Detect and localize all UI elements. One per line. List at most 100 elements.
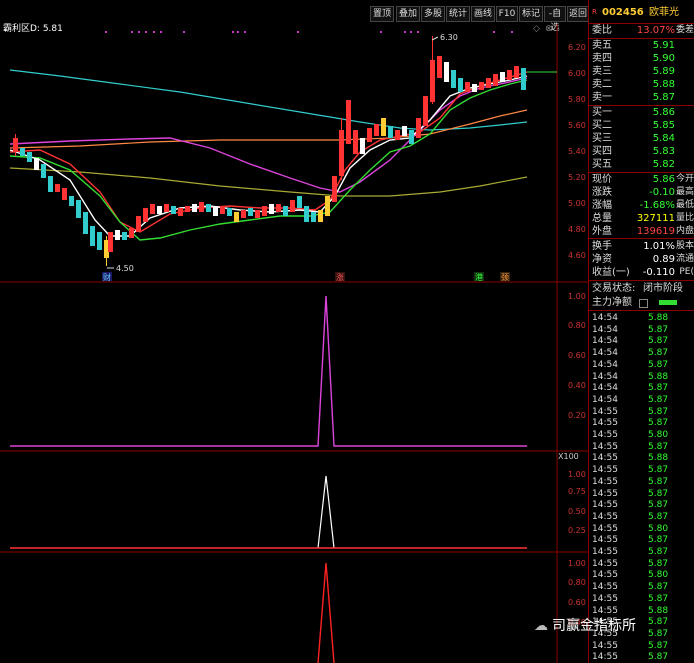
- tick-time: 14:55: [592, 523, 618, 534]
- weibi-row: 委比 13.07% 委差: [592, 25, 694, 36]
- svg-text:◇: ◇: [533, 24, 540, 34]
- bid-price: 5.84: [652, 133, 675, 144]
- event-marker-finance-label: 财: [103, 272, 111, 282]
- tick-time: 14:55: [592, 652, 618, 663]
- stat-row: 涨跌 -0.10 最高: [589, 186, 694, 199]
- svg-text:0.20: 0.20: [568, 411, 586, 420]
- main-net-row[interactable]: 主力净额: [589, 296, 694, 309]
- stat-row: 总量 327111 量比: [589, 212, 694, 225]
- tick-row: 14:54 5.87: [592, 394, 692, 406]
- y-tick: 5.20: [568, 173, 586, 182]
- tick-price: 5.87: [648, 324, 669, 335]
- sub2-header: X100: [558, 452, 579, 461]
- tick-time: 14:55: [592, 570, 618, 581]
- ask-row: 卖五 5.91: [589, 39, 694, 52]
- stat-value: 5.86: [652, 174, 675, 185]
- watermark: ☁ 司赢金指标所: [534, 618, 636, 634]
- tick-row: 14:54 5.87: [592, 335, 692, 347]
- stat-value: 139619: [636, 226, 675, 237]
- tick-price: 5.87: [648, 582, 669, 593]
- tick-time: 14:54: [592, 336, 618, 347]
- extra-value: -0.110: [642, 267, 675, 278]
- ask-price: 5.89: [652, 66, 675, 77]
- svg-text:0.80: 0.80: [568, 321, 586, 330]
- sub3-signal-line: [317, 562, 335, 663]
- tick-time: 14:55: [592, 476, 618, 487]
- bid-label: 买二: [592, 120, 612, 131]
- tick-row: 14:55 5.87: [592, 417, 692, 429]
- bid-label: 买五: [592, 159, 612, 170]
- tick-price: 5.87: [648, 465, 669, 476]
- extra-ext-label: PE(: [679, 267, 694, 277]
- stock-code: 002456: [602, 7, 644, 18]
- chart-corner-icons[interactable]: ◇ ⊗: [533, 24, 553, 34]
- tick-row: 14:54 5.88: [592, 312, 692, 324]
- tick-price: 5.80: [648, 523, 669, 534]
- tick-price: 5.87: [648, 558, 669, 569]
- bid-row: 买二 5.85: [589, 119, 694, 132]
- stock-name: 欧菲光: [649, 7, 679, 18]
- candlesticks: [13, 36, 526, 266]
- tick-row: 14:55 5.87: [592, 558, 692, 570]
- ask-label: 卖二: [592, 79, 612, 90]
- tick-row: 14:54 5.87: [592, 359, 692, 371]
- stat-ext-label: 量比: [675, 213, 694, 223]
- trade-status: 交易状态: 闭市阶段: [592, 283, 683, 294]
- svg-text:0.25: 0.25: [568, 526, 586, 535]
- tick-time: 14:55: [592, 441, 618, 452]
- bid-price: 5.86: [652, 107, 675, 118]
- tick-time: 14:55: [592, 511, 618, 522]
- tick-price: 5.87: [648, 535, 669, 546]
- y-tick: 5.00: [568, 199, 586, 208]
- stat-ext-label: 最低: [675, 200, 694, 210]
- tick-row: 14:55 5.80: [592, 429, 692, 441]
- tick-time: 14:54: [592, 383, 618, 394]
- sub1-y-axis: 1.00 0.80 0.60 0.40 0.20: [568, 292, 586, 420]
- tick-price: 5.80: [648, 570, 669, 581]
- svg-text:1.00: 1.00: [568, 292, 586, 301]
- chart-area: ◇ ⊗ 6.20 6.00 5.80 5.60 5.40 5.20 5.00 4…: [0, 24, 588, 663]
- tick-time: 14:54: [592, 324, 618, 335]
- stat-value: -1.68%: [639, 200, 675, 211]
- tick-price: 5.87: [648, 511, 669, 522]
- ma-line-magenta: [9, 77, 528, 193]
- stat-ext-label: 今开: [675, 174, 694, 184]
- tick-time: 14:55: [592, 593, 618, 604]
- tick-row: 14:54 5.87: [592, 382, 692, 394]
- tick-price: 5.88: [648, 371, 669, 382]
- tick-price: 5.87: [648, 359, 669, 370]
- ask-row: 卖一 5.87: [589, 91, 694, 104]
- ma-line-cyan: [9, 69, 528, 131]
- tick-price: 5.87: [648, 476, 669, 487]
- tick-price: 5.87: [648, 406, 669, 417]
- sub2-signal-line: [317, 475, 335, 549]
- tick-price: 5.87: [648, 547, 669, 557]
- tick-row: 14:55 5.87: [592, 546, 692, 558]
- bid-label: 买三: [592, 133, 612, 144]
- y-tick: 5.60: [568, 121, 586, 130]
- ask-row: 卖二 5.88: [589, 78, 694, 91]
- tick-row: 14:55 5.87: [592, 464, 692, 476]
- stat-label: 涨幅: [592, 200, 612, 211]
- quote-panel: R 002456 欧菲光 委比 13.07% 委差 卖五 5.91 卖四 5.90 卖三…: [588, 0, 694, 663]
- ask-price: 5.91: [652, 40, 675, 51]
- bid-row: 买一 5.86: [589, 106, 694, 119]
- tick-time: 14:55: [592, 640, 618, 651]
- main-net-toggle-icon[interactable]: [639, 299, 648, 308]
- svg-text:1.00: 1.00: [568, 470, 586, 479]
- tick-price: 5.87: [648, 394, 669, 405]
- event-marker-neck-label: 颈: [501, 273, 509, 282]
- tick-price: 5.87: [648, 441, 669, 452]
- stat-label: 现价: [592, 174, 612, 185]
- ma-line-orange: [9, 109, 528, 149]
- extra-row: 净资 0.89 流通: [589, 253, 694, 266]
- extra-label: 换手: [592, 241, 612, 252]
- ask-label: 卖五: [592, 40, 612, 51]
- svg-text:0.60: 0.60: [568, 598, 586, 607]
- tick-time: 14:54: [592, 313, 618, 323]
- tick-row: 14:55 5.87: [592, 406, 692, 418]
- y-tick: 5.40: [568, 147, 586, 156]
- tick-row: 14:55 5.87: [592, 476, 692, 488]
- stat-row: 现价 5.86 今开: [589, 173, 694, 186]
- tick-time: 14:55: [592, 406, 618, 417]
